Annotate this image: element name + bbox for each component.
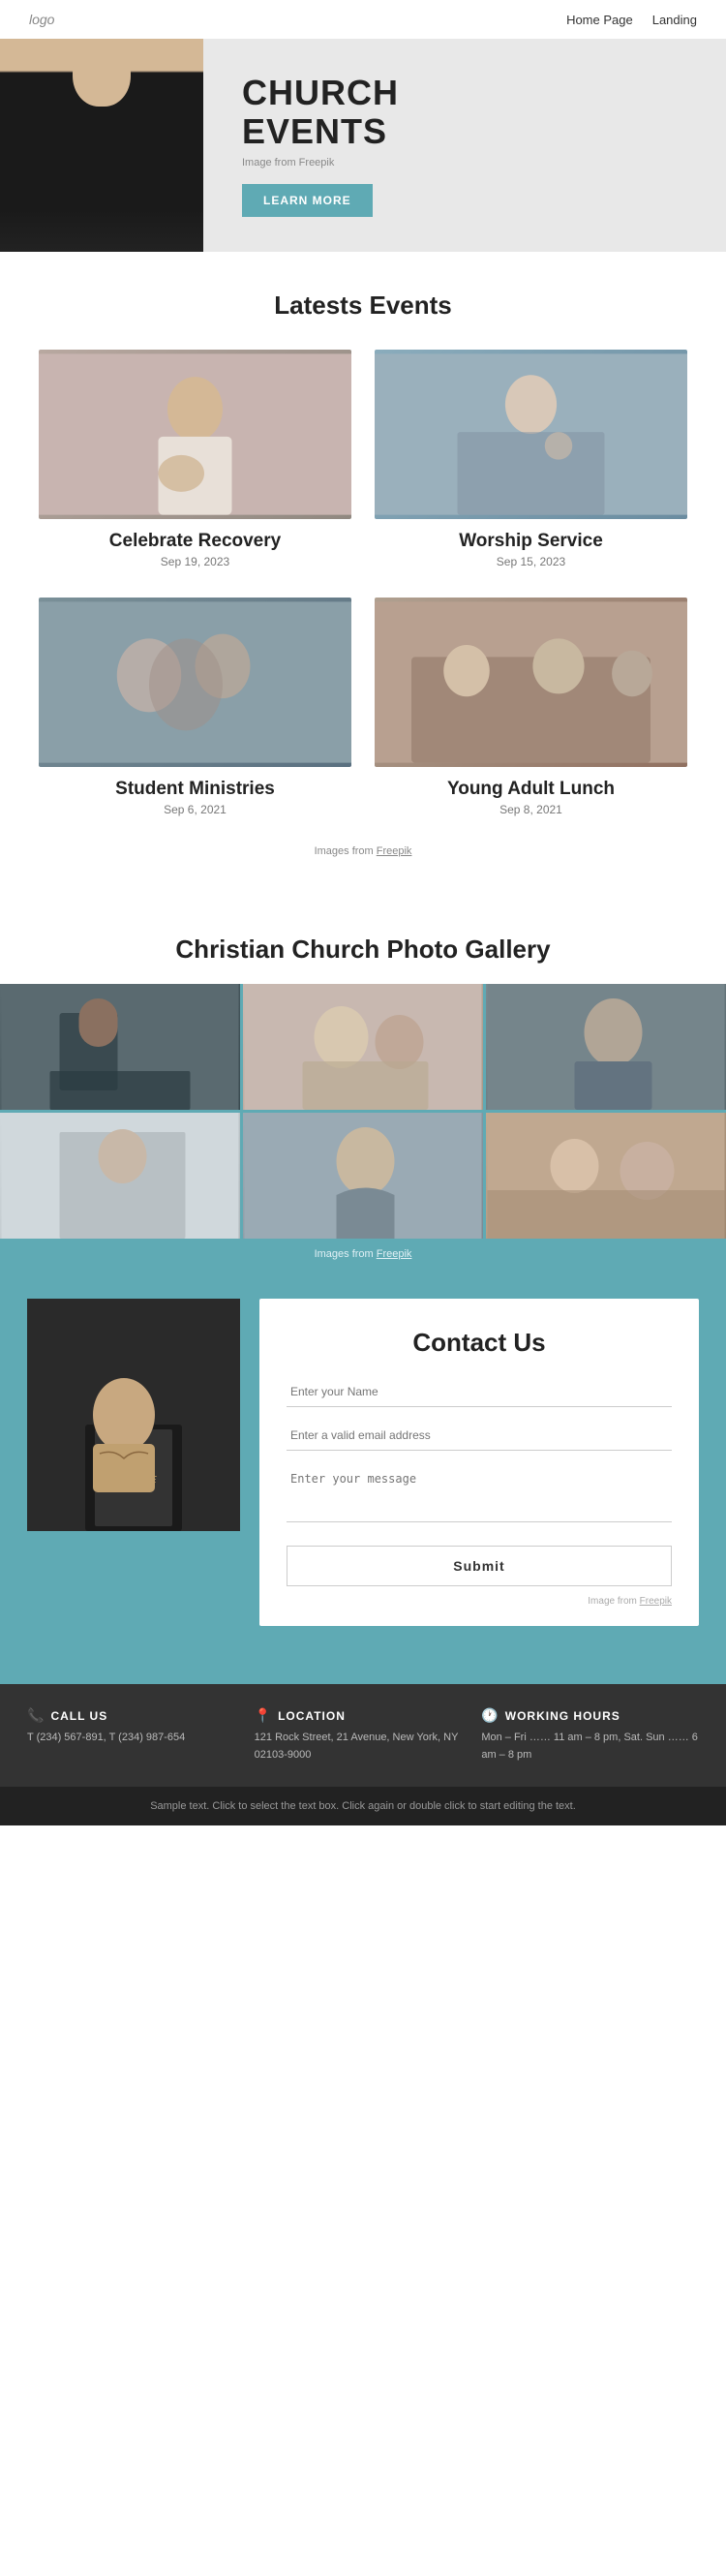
- event-card-1: Worship Service Sep 15, 2023: [363, 340, 699, 588]
- contact-image: HOLY BIBLE: [27, 1299, 240, 1531]
- event-image-0: [39, 350, 351, 519]
- footer-call-content: T (234) 567-891, T (234) 987-654: [27, 1730, 245, 1747]
- gallery-freepik-link[interactable]: Freepik: [377, 1248, 412, 1260]
- footer-bottom-text: Sample text. Click to select the text bo…: [150, 1800, 576, 1812]
- footer-call-title: 📞 CALL US: [27, 1707, 245, 1724]
- event-image-3: [375, 598, 687, 767]
- gallery-svg-4: [243, 1113, 483, 1239]
- hero-title: CHURCHEVENTS: [242, 74, 687, 150]
- navigation: logo Home Page Landing: [0, 0, 726, 39]
- contact-image-credit: Image from Freepik: [287, 1596, 672, 1607]
- gallery-svg-2: [486, 984, 726, 1110]
- contact-message-input[interactable]: [287, 1464, 672, 1522]
- footer-working-hours: 🕐 WORKING HOURS Mon – Fri …… 11 am – 8 p…: [481, 1707, 699, 1763]
- footer-hours-title: 🕐 WORKING HOURS: [481, 1707, 699, 1724]
- footer-hours-content: Mon – Fri …… 11 am – 8 pm, Sat. Sun …… 6…: [481, 1730, 699, 1763]
- events-section: Latests Events Celebrate Recovery Sep 19…: [0, 252, 726, 896]
- gallery-footer: Images from Freepik: [0, 1239, 726, 1260]
- nav-links: Home Page Landing: [566, 13, 697, 27]
- event-card-0: Celebrate Recovery Sep 19, 2023: [27, 340, 363, 588]
- hero-content: CHURCHEVENTS Image from Freepik LEARN MO…: [203, 54, 726, 235]
- events-footer: Images from Freepik: [0, 836, 726, 896]
- location-icon: 📍: [255, 1707, 272, 1724]
- gallery-svg-0: [0, 984, 240, 1110]
- contact-form-container: Contact Us Submit Image from Freepik: [259, 1299, 699, 1626]
- event-image-1: [375, 350, 687, 519]
- hero-learn-more-button[interactable]: LEARN MORE: [242, 184, 373, 217]
- event-date-2: Sep 6, 2021: [39, 803, 351, 816]
- event-date-0: Sep 19, 2023: [39, 555, 351, 568]
- event-name-0: Celebrate Recovery: [39, 531, 351, 552]
- gallery-image-4: [243, 1113, 483, 1239]
- gallery-image-0: [0, 984, 240, 1110]
- gallery-svg-1: [243, 984, 483, 1110]
- event-card-2: Student Ministries Sep 6, 2021: [27, 588, 363, 836]
- nav-landing-link[interactable]: Landing: [652, 13, 697, 27]
- event-name-2: Student Ministries: [39, 779, 351, 800]
- events-title: Latests Events: [0, 252, 726, 340]
- contact-submit-button[interactable]: Submit: [287, 1546, 672, 1586]
- clock-icon: 🕐: [481, 1707, 499, 1724]
- gallery-section: Christian Church Photo Gallery: [0, 896, 726, 1684]
- contact-section: HOLY BIBLE Contact Us Submit Image from …: [0, 1260, 726, 1684]
- event-name-3: Young Adult Lunch: [375, 779, 687, 800]
- gallery-image-3: [0, 1113, 240, 1239]
- contact-email-input[interactable]: [287, 1421, 672, 1451]
- contact-name-input[interactable]: [287, 1377, 672, 1407]
- hero-person-image: [0, 39, 203, 252]
- event-image-2: [39, 598, 351, 767]
- footer-info: 📞 CALL US T (234) 567-891, T (234) 987-6…: [0, 1684, 726, 1787]
- footer-location-title: 📍 LOCATION: [255, 1707, 472, 1724]
- event-svg-2: [39, 598, 351, 767]
- events-grid: Celebrate Recovery Sep 19, 2023 Worship …: [0, 340, 726, 836]
- gallery-image-2: [486, 984, 726, 1110]
- footer-call-us: 📞 CALL US T (234) 567-891, T (234) 987-6…: [27, 1707, 245, 1763]
- gallery-svg-5: [486, 1113, 726, 1239]
- events-freepik-link[interactable]: Freepik: [377, 845, 412, 857]
- event-svg-1: [375, 350, 687, 519]
- contact-title: Contact Us: [287, 1328, 672, 1358]
- hero-image: [0, 39, 203, 252]
- footer-location-content: 121 Rock Street, 21 Avenue, New York, NY…: [255, 1730, 472, 1763]
- contact-svg: HOLY BIBLE: [27, 1299, 240, 1531]
- event-date-3: Sep 8, 2021: [375, 803, 687, 816]
- gallery-svg-3: [0, 1113, 240, 1239]
- footer-bottom: Sample text. Click to select the text bo…: [0, 1787, 726, 1825]
- event-svg-0: [39, 350, 351, 519]
- logo: logo: [29, 12, 54, 27]
- footer-location: 📍 LOCATION 121 Rock Street, 21 Avenue, N…: [255, 1707, 472, 1763]
- gallery-grid: [0, 984, 726, 1239]
- nav-home-link[interactable]: Home Page: [566, 13, 633, 27]
- event-card-3: Young Adult Lunch Sep 8, 2021: [363, 588, 699, 836]
- contact-form: Submit: [287, 1377, 672, 1586]
- hero-image-credit: Image from Freepik: [242, 157, 687, 169]
- hero-section: CHURCHEVENTS Image from Freepik LEARN MO…: [0, 39, 726, 252]
- event-name-1: Worship Service: [375, 531, 687, 552]
- phone-icon: 📞: [27, 1707, 45, 1724]
- contact-freepik-link[interactable]: Freepik: [640, 1596, 672, 1607]
- gallery-title: Christian Church Photo Gallery: [0, 896, 726, 984]
- gallery-image-1: [243, 984, 483, 1110]
- event-date-1: Sep 15, 2023: [375, 555, 687, 568]
- gallery-image-5: [486, 1113, 726, 1239]
- event-svg-3: [375, 598, 687, 767]
